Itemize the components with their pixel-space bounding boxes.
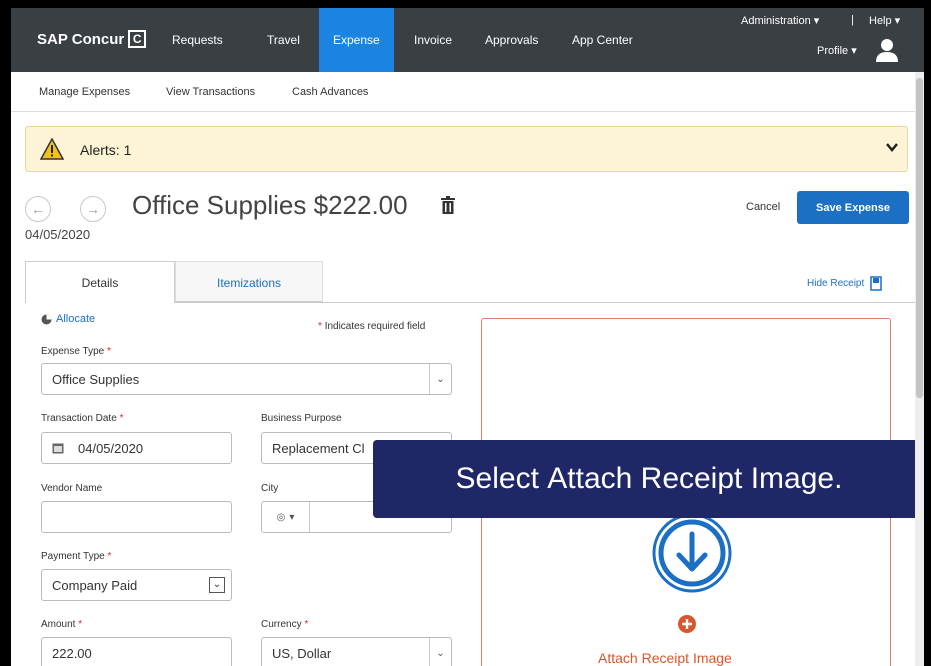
tab-details[interactable]: Details <box>25 261 175 303</box>
expense-title: Office Supplies $222.00 <box>132 190 408 220</box>
chevron-down-icon: ⌄ <box>429 638 451 666</box>
business-purpose-label: Business Purpose <box>261 413 342 424</box>
payment-type-value: Company Paid <box>52 577 138 593</box>
hide-receipt-label: Hide Receipt <box>807 278 865 289</box>
warning-icon <box>40 138 64 160</box>
currency-select[interactable]: US, Dollar ⌄ <box>261 637 452 666</box>
payment-type-select[interactable]: Company Paid ⌄ <box>41 569 232 601</box>
expense-type-label: Expense Type * <box>41 346 111 357</box>
currency-value: US, Dollar <box>272 645 332 661</box>
callout-emphasis: Attach Receipt Image <box>547 462 835 495</box>
expense-date: 04/05/2020 <box>25 227 91 242</box>
allocate-label: Allocate <box>56 313 96 325</box>
callout-suffix: . <box>834 462 843 495</box>
subnav-view-transactions[interactable]: View Transactions <box>166 86 255 98</box>
administration-menu[interactable]: Administration ▾ <box>741 14 819 27</box>
chevron-down-icon: ⌄ <box>429 364 451 394</box>
save-expense-button[interactable]: Save Expense <box>797 191 909 224</box>
profile-menu[interactable]: Profile ▾ <box>817 44 857 57</box>
app-window: SAP Concur C Requests Travel Expense Inv… <box>11 8 924 666</box>
amount-label: Amount * <box>41 619 83 630</box>
instruction-callout: Select Attach Receipt Image. <box>373 440 924 518</box>
logo-mark: C <box>128 30 147 48</box>
nav-approvals[interactable]: Approvals <box>485 8 538 72</box>
previous-expense-button[interactable]: ← <box>25 196 51 222</box>
expense-type-value: Office Supplies <box>52 371 140 387</box>
alerts-bar[interactable]: Alerts: 1 <box>25 126 908 172</box>
chevron-down-icon: ⌄ <box>209 577 225 593</box>
transaction-date-value: 04/05/2020 <box>78 440 144 456</box>
globe-icon: ◎ <box>276 511 286 523</box>
transaction-date-field[interactable]: 04/05/2020 <box>41 432 232 464</box>
vendor-name-label: Vendor Name <box>41 483 103 494</box>
receipt-icon <box>870 276 883 291</box>
tab-itemizations[interactable]: Itemizations <box>175 261 323 302</box>
calendar-icon[interactable] <box>52 442 64 454</box>
currency-label: Currency * <box>261 619 309 630</box>
caret-down-icon: ▾ <box>289 511 295 523</box>
pie-chart-icon <box>41 314 52 324</box>
expense-type-select[interactable]: Office Supplies ⌄ <box>41 363 452 395</box>
nav-app-center[interactable]: App Center <box>572 8 633 72</box>
trash-icon[interactable] <box>441 196 455 214</box>
user-avatar-icon[interactable] <box>873 36 901 64</box>
amount-value: 222.00 <box>52 645 92 661</box>
scrollbar-thumb[interactable] <box>916 78 923 398</box>
transaction-date-label: Transaction Date * <box>41 413 124 424</box>
required-field-note: * Indicates required field <box>318 321 426 332</box>
subnav-cash-advances[interactable]: Cash Advances <box>292 86 368 98</box>
payment-type-label: Payment Type * <box>41 551 112 562</box>
callout-prefix: Select <box>455 462 548 495</box>
vendor-name-input[interactable] <box>41 501 232 533</box>
attach-receipt-image-link[interactable]: Attach Receipt Image <box>598 650 732 666</box>
city-label: City <box>261 483 279 494</box>
plus-circle-icon[interactable] <box>677 614 697 634</box>
required-asterisk: * <box>318 321 322 332</box>
chevron-down-icon[interactable] <box>886 142 898 152</box>
amount-input[interactable]: 222.00 <box>41 637 232 666</box>
help-menu[interactable]: Help ▾ <box>869 14 900 27</box>
next-expense-button[interactable]: → <box>80 196 106 222</box>
cancel-button[interactable]: Cancel <box>746 201 780 213</box>
nav-requests[interactable]: Requests <box>172 8 223 72</box>
sap-concur-logo[interactable]: SAP Concur C <box>37 30 147 48</box>
nav-travel[interactable]: Travel <box>267 8 300 72</box>
logo-text: SAP Concur <box>37 30 125 48</box>
download-arrow-icon[interactable] <box>651 512 733 594</box>
alerts-count: Alerts: 1 <box>80 142 132 158</box>
top-navigation: SAP Concur C Requests Travel Expense Inv… <box>11 8 924 72</box>
subnav-manage-expenses[interactable]: Manage Expenses <box>39 86 130 98</box>
arrow-left-icon: ← <box>31 201 45 217</box>
city-locator-dropdown[interactable]: ◎ ▾ <box>262 502 310 532</box>
nav-separator: | <box>851 14 854 26</box>
nav-invoice[interactable]: Invoice <box>414 8 452 72</box>
arrow-right-icon: → <box>86 201 100 217</box>
hide-receipt-link[interactable]: Hide Receipt <box>807 276 883 291</box>
business-purpose-value: Replacement Cl <box>272 440 365 456</box>
sub-navigation: Manage Expenses View Transactions Cash A… <box>11 72 924 112</box>
nav-expense[interactable]: Expense <box>319 8 394 72</box>
allocate-link[interactable]: Allocate <box>41 313 95 325</box>
